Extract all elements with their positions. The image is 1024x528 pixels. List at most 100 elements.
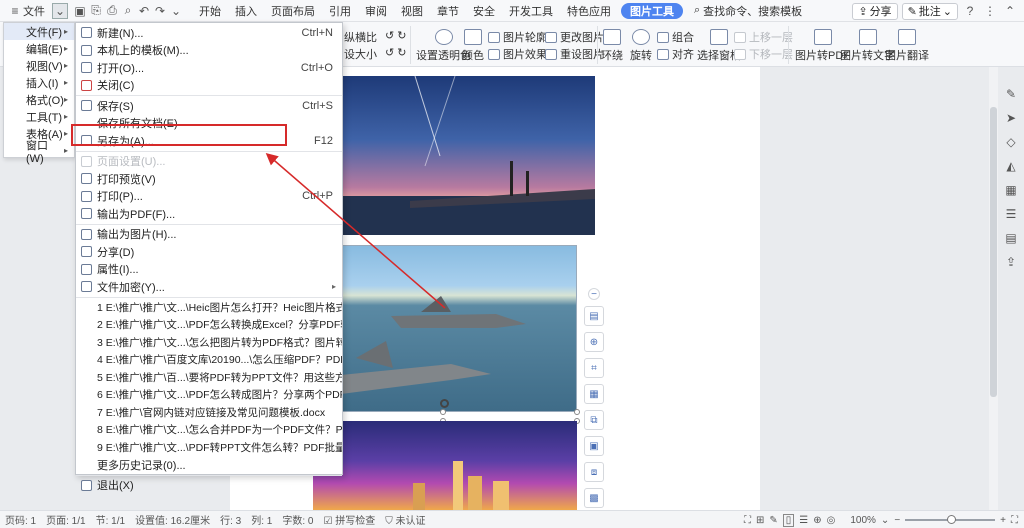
align-button[interactable]: 对齐 [657, 46, 694, 62]
tab-view[interactable]: 视图 [394, 0, 430, 22]
zoom-icon[interactable]: ⊕ [584, 332, 604, 352]
adjust-icon[interactable]: ☰ [998, 202, 1024, 226]
share-panel-icon[interactable]: ⇪ [998, 250, 1024, 274]
fit-page-icon[interactable]: ⛶ [1011, 515, 1018, 526]
tab-home[interactable]: 开始 [192, 0, 228, 22]
redo-icon[interactable]: ↷ [152, 3, 168, 19]
menu-save[interactable]: 保存(S) Ctrl+S [76, 97, 342, 115]
export-pdf-icon[interactable]: ⎘ [88, 3, 104, 19]
preview-icon[interactable]: ⌕ [120, 3, 136, 19]
tab-insert[interactable]: 插入 [228, 0, 264, 22]
status-page[interactable]: 页面: 1/1 [41, 512, 90, 527]
rotate-left-icon[interactable]: ↺ ↻ [385, 29, 407, 42]
cursor-icon[interactable]: ➤ [998, 106, 1024, 130]
zoom-in-icon[interactable]: + [1000, 515, 1006, 526]
tab-security[interactable]: 安全 [466, 0, 502, 22]
tab-developer[interactable]: 开发工具 [502, 0, 560, 22]
image-city-night[interactable] [313, 421, 577, 510]
side-menu-insert[interactable]: 插入(I) ▸ [4, 74, 74, 91]
web-view-icon[interactable]: ⊕ [813, 515, 821, 526]
reset-size-button[interactable]: 设大小 [344, 46, 377, 62]
side-menu-file[interactable]: 文件(F) ▸ [4, 23, 74, 40]
recent-file-8[interactable]: 8 E:\推广\推广\文...\怎么合并PDF为一个PDF文件？PDF合并有哪.… [76, 421, 342, 439]
shapes-icon[interactable]: ◇ [998, 130, 1024, 154]
recent-file-2[interactable]: 2 E:\推广\推广\文...\PDF怎么转换成Excel？分享PDF转Exce… [76, 316, 342, 334]
file-menu-button[interactable]: ≡ 文件 [0, 0, 52, 22]
status-page-number[interactable]: 页码: 1 [0, 512, 41, 527]
recent-file-4[interactable]: 4 E:\推广\推广\百度文库\20190...\怎么压缩PDF？PDF压缩变小… [76, 351, 342, 369]
color-button[interactable]: 颜色 [462, 27, 484, 63]
recent-file-1[interactable]: 1 E:\推广\推广\文...\Heic图片怎么打开？Heic图片格式转换有哪.… [76, 299, 342, 317]
status-word-count[interactable]: 字数: 0 [277, 512, 318, 527]
crop-icon[interactable]: ⌗ [584, 358, 604, 378]
share-button[interactable]: ⇪ 分享 [852, 2, 898, 20]
menu-more-history[interactable]: 更多历史记录(0)... [76, 456, 342, 474]
tab-review[interactable]: 审阅 [358, 0, 394, 22]
zoom-dropdown-icon[interactable]: ⌄ [881, 515, 889, 526]
collapse-icon[interactable]: − [588, 288, 600, 300]
menu-print[interactable]: 打印(P)... Ctrl+P [76, 188, 342, 206]
more-icon[interactable]: ⋮ [982, 3, 998, 19]
side-menu-format[interactable]: 格式(O) ▸ [4, 91, 74, 108]
style-icon[interactable]: ◭ [998, 154, 1024, 178]
certification-status[interactable]: ⛉ 未认证 [380, 512, 430, 527]
menu-export-pdf[interactable]: 输出为PDF(F)... [76, 205, 342, 223]
menu-encrypt[interactable]: 文件加密(Y)... ▸ [76, 278, 342, 296]
format-icon[interactable]: ▤ [998, 226, 1024, 250]
lock-aspect-ratio[interactable]: 纵横比 [344, 29, 377, 45]
tab-page-layout[interactable]: 页面布局 [264, 0, 322, 22]
scrollbar-thumb[interactable] [990, 107, 997, 397]
comment-button[interactable]: ✎ 批注 ⌄ [901, 2, 958, 20]
resize-handle-bottom-right[interactable] [574, 409, 580, 415]
status-row[interactable]: 行: 3 [215, 512, 246, 527]
menu-exit[interactable]: 退出(X) [76, 477, 342, 495]
menu-new[interactable]: 新建(N)... Ctrl+N [76, 24, 342, 42]
zoom-slider[interactable] [905, 515, 996, 524]
undo-icon[interactable]: ↶ [136, 3, 152, 19]
reading-view-icon[interactable]: ◎ [827, 515, 836, 526]
picture-text-icon[interactable]: ▣ [584, 436, 604, 456]
menu-print-preview[interactable]: 打印预览(V) [76, 170, 342, 188]
picture-effects-button[interactable]: 图片效果 [488, 46, 547, 62]
spell-check-toggle[interactable]: ☑ 拼写检查 [318, 512, 380, 527]
tab-references[interactable]: 引用 [322, 0, 358, 22]
picture-select-icon[interactable]: ▦ [584, 384, 604, 404]
status-position[interactable]: 设置值: 16.2厘米 [130, 512, 215, 527]
status-col[interactable]: 列: 1 [246, 512, 277, 527]
fullscreen-icon[interactable]: ⛶ [744, 515, 751, 526]
recent-file-7[interactable]: 7 E:\推广\官网内链对应链接及常见问题模板.docx [76, 404, 342, 422]
menu-export-image[interactable]: 输出为图片(H)... [76, 226, 342, 244]
side-menu-edit[interactable]: 编辑(E) ▸ [4, 40, 74, 57]
zoom-slider-knob[interactable] [947, 515, 957, 524]
recent-file-3[interactable]: 3 E:\推广\推广\文...\怎么把图片转为PDF格式？图片转PDF软件的..… [76, 334, 342, 352]
group-button[interactable]: 组合 [657, 29, 694, 45]
wrap-button[interactable]: 环绕 [601, 27, 623, 63]
quick-access-more-icon[interactable]: ⌄ [168, 3, 184, 19]
resize-handle-bottom[interactable] [440, 409, 446, 415]
rotate-button[interactable]: 旋转 [630, 27, 652, 63]
zoom-out-icon[interactable]: − [894, 515, 900, 526]
table-icon[interactable]: ▦ [998, 178, 1024, 202]
side-menu-window[interactable]: 窗口(W) ▸ [4, 140, 74, 165]
outline-view-icon[interactable]: ☰ [799, 515, 808, 526]
bring-forward-button[interactable]: 上移一层 [734, 29, 793, 45]
picture-outline-button[interactable]: 图片轮廓 [488, 29, 547, 45]
menu-local-templates[interactable]: 本机上的模板(M)... [76, 42, 342, 60]
vertical-scrollbar[interactable] [989, 67, 998, 510]
page-view-icon[interactable]: ▯ [782, 513, 795, 527]
collapse-ribbon-icon[interactable]: ⌃ [1002, 3, 1018, 19]
pen-icon[interactable]: ✎ [998, 82, 1024, 106]
image-fighter-jets[interactable] [330, 245, 577, 412]
side-menu-tools[interactable]: 工具(T) ▸ [4, 108, 74, 125]
tab-features[interactable]: 特色应用 [560, 0, 618, 22]
recent-file-5[interactable]: 5 E:\推广\推广\百...\要将PDF转为PPT文件？用这些方法完成PDF.… [76, 369, 342, 387]
picture-convert-icon[interactable]: ⧉ [584, 410, 604, 430]
layout-options-icon[interactable]: ▤ [584, 306, 604, 326]
command-search[interactable]: ⌕ 查找命令、搜索模板 [694, 3, 802, 19]
chevron-down-icon[interactable]: ⌄ [52, 2, 68, 19]
image-pier-sunset[interactable] [330, 76, 595, 235]
save-icon[interactable]: ▣ [72, 3, 88, 19]
picture-copy-icon[interactable]: ⧈ [584, 462, 604, 482]
recent-file-9[interactable]: 9 E:\推广\推广\文...\PDF转PPT文件怎么转？PDF批量转换PPT工… [76, 439, 342, 457]
tab-picture-tools[interactable]: 图片工具 [621, 2, 683, 19]
